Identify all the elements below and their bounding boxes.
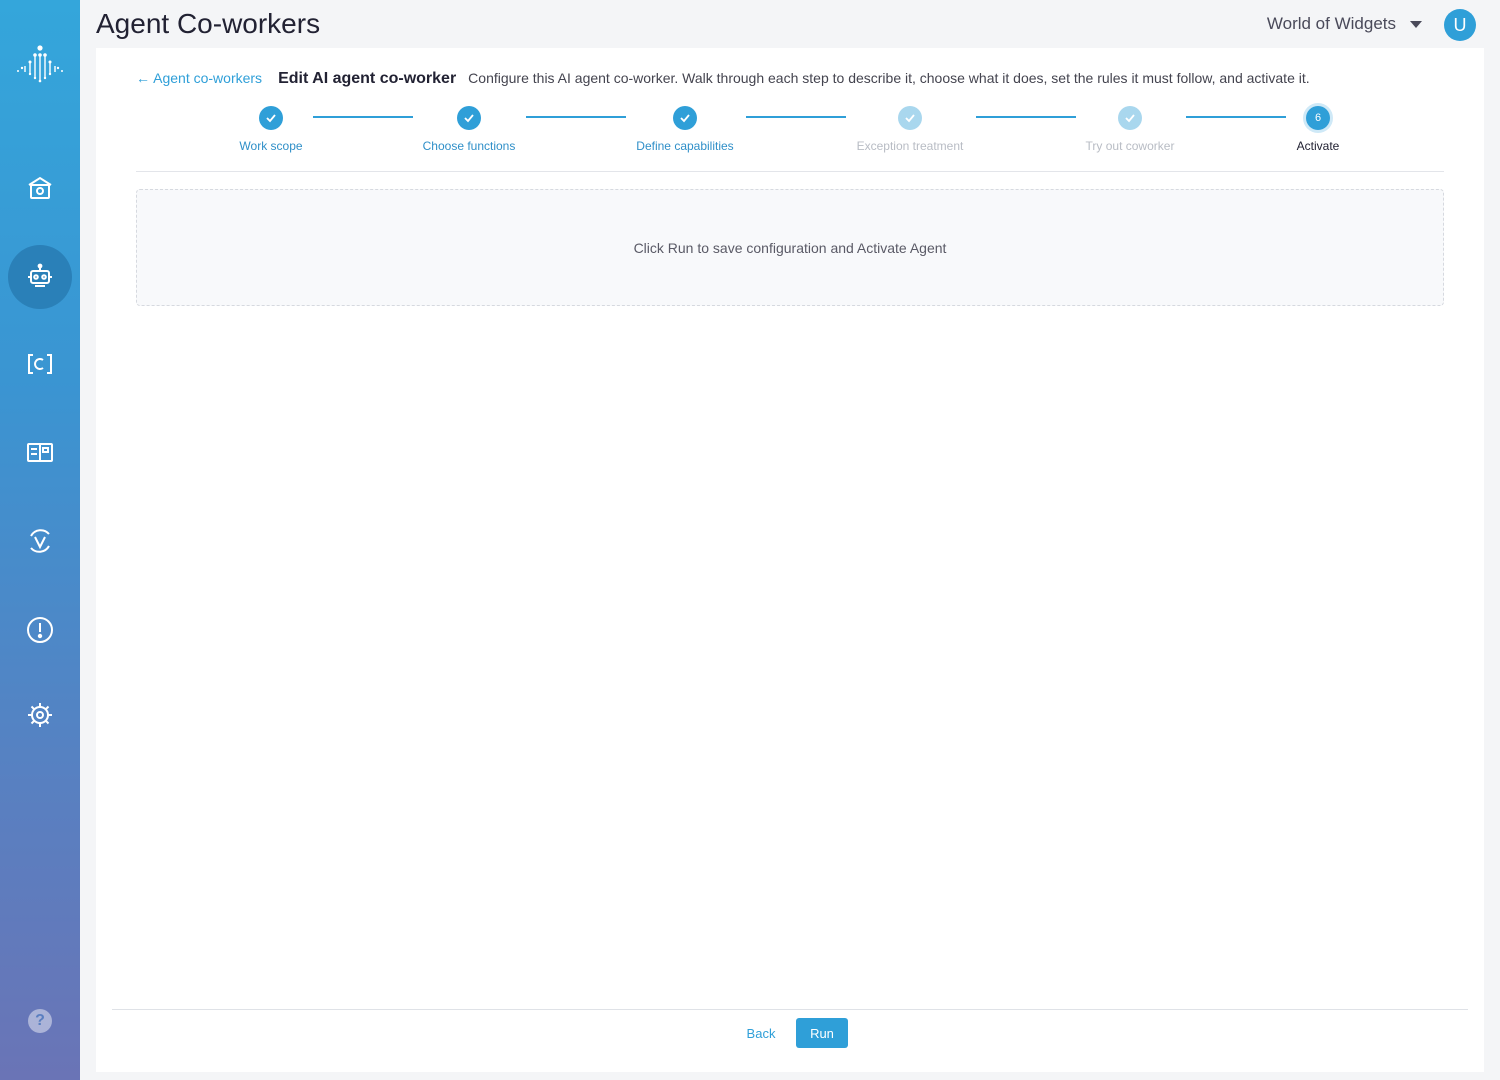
book-icon bbox=[27, 443, 53, 462]
brand-logo-icon bbox=[17, 45, 63, 83]
step-choose-functions[interactable]: Choose functions bbox=[389, 106, 549, 153]
page-title: Agent Co-workers bbox=[96, 8, 321, 39]
nav-agents[interactable] bbox=[8, 245, 72, 309]
nav-home[interactable] bbox=[0, 156, 80, 220]
breadcrumb: ← Agent co-workers Edit AI agent co-work… bbox=[136, 70, 1310, 88]
gear-icon bbox=[28, 703, 52, 727]
step-label: Work scope bbox=[239, 139, 303, 153]
check-icon bbox=[898, 106, 922, 130]
org-name: World of Widgets bbox=[1266, 14, 1396, 33]
divider bbox=[136, 171, 1444, 172]
step-label: Choose functions bbox=[422, 139, 516, 153]
c-bracket-icon bbox=[28, 354, 52, 374]
panel-message: Click Run to save configuration and Acti… bbox=[633, 239, 947, 256]
edit-description: Configure this AI agent co-worker. Walk … bbox=[468, 70, 1310, 86]
step-number: 6 bbox=[1306, 106, 1330, 130]
step-label: Define capabilities bbox=[636, 139, 734, 153]
run-button[interactable]: Run bbox=[796, 1018, 848, 1048]
nav-alerts[interactable] bbox=[0, 598, 80, 662]
check-icon bbox=[1118, 106, 1142, 130]
check-icon bbox=[673, 106, 697, 130]
org-switcher[interactable]: World of Widgets bbox=[1267, 14, 1422, 34]
sidebar: ? bbox=[0, 0, 80, 1080]
nav-knowledge[interactable] bbox=[0, 420, 80, 484]
step-work-scope[interactable]: Work scope bbox=[191, 106, 351, 153]
step-try-out-coworker[interactable]: Try out coworker bbox=[1050, 106, 1210, 153]
chevron-down-icon bbox=[1410, 20, 1422, 28]
activation-panel: Click Run to save configuration and Acti… bbox=[136, 189, 1444, 306]
step-label: Exception treatment bbox=[856, 139, 964, 153]
back-button[interactable]: Back bbox=[736, 1018, 786, 1048]
alert-icon bbox=[27, 617, 53, 643]
robot-icon bbox=[28, 263, 52, 287]
main-card: ← Agent co-workers Edit AI agent co-work… bbox=[96, 48, 1484, 1072]
back-to-agents-link[interactable]: ← Agent co-workers bbox=[136, 70, 262, 86]
home-icon bbox=[28, 176, 52, 199]
nav-settings[interactable] bbox=[0, 683, 80, 747]
step-define-capabilities[interactable]: Define capabilities bbox=[605, 106, 765, 153]
v-cycle-icon bbox=[30, 529, 50, 553]
step-exception-treatment[interactable]: Exception treatment bbox=[830, 106, 990, 153]
nav-code[interactable] bbox=[0, 332, 80, 396]
edit-title: Edit AI agent co-worker bbox=[278, 70, 457, 87]
check-icon bbox=[259, 106, 283, 130]
footer-divider bbox=[112, 1009, 1468, 1010]
step-label: Activate bbox=[1296, 139, 1340, 153]
check-icon bbox=[457, 106, 481, 130]
help-icon[interactable]: ? bbox=[28, 1009, 52, 1033]
nav-versions[interactable] bbox=[0, 509, 80, 573]
step-activate[interactable]: 6 Activate bbox=[1238, 106, 1398, 153]
avatar[interactable]: U bbox=[1444, 9, 1476, 41]
step-label: Try out coworker bbox=[1085, 139, 1175, 153]
stepper: Work scope Choose functions Define capab… bbox=[96, 106, 1484, 166]
